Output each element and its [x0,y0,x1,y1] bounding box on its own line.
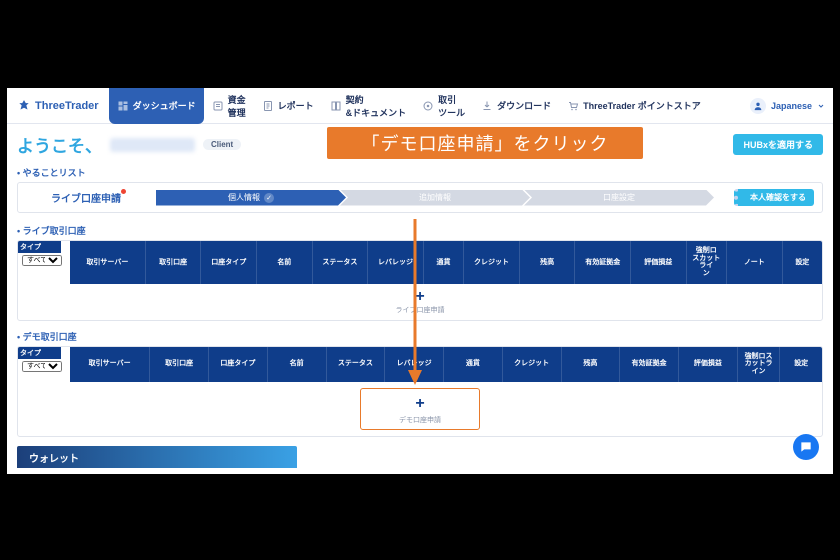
report-icon [262,100,274,112]
dashboard-icon [117,100,129,112]
col-leverage: レバレッジ [368,241,424,284]
col-currency: 通貨 [424,241,464,284]
demo-table-header: タイプ すべて 取引サーバー 取引口座 口座タイプ 名前 ステータス レバレッジ… [18,347,822,382]
nav-tools-label: 取引 ツール [438,93,465,119]
download-icon [481,100,493,112]
col-name: 名前 [257,241,313,284]
col-note: ノート [727,241,783,284]
col-margin: 有効証拠金 [575,241,631,284]
col-currency: 通貨 [444,347,503,382]
language-label: Japanese [771,101,812,111]
todo-title-text: ライブ口座申請 [51,194,121,205]
nav-tools[interactable]: 取引 ツール [414,88,473,124]
nav-points-label: ThreeTrader ポイントストア [583,99,701,112]
col-account: 取引口座 [150,347,209,382]
greeting: ようこそ、 Client [17,132,241,157]
section-live-label: ライブ取引口座 [7,221,833,240]
col-credit: クレジット [464,241,520,284]
brand-logo-icon [17,99,31,113]
brand-text: ThreeTrader [35,100,99,112]
section-demo-label: デモ取引口座 [7,327,833,346]
funds-icon [212,100,224,112]
nav-dashboard[interactable]: ダッシュボード [109,88,204,124]
user-name-redacted [110,138,195,152]
plus-icon: + [415,395,424,412]
filter-label: タイプ [18,241,61,253]
brand[interactable]: ThreeTrader [7,99,109,113]
hubx-apply-button[interactable]: HUBxを適用する [733,134,823,155]
step-additional[interactable]: 追加情報 [340,190,530,206]
chat-fab-button[interactable] [793,434,819,460]
nav-download-label: ダウンロード [497,99,551,112]
col-account: 取引口座 [146,241,202,284]
language-selector[interactable]: Japanese [750,88,825,124]
col-status: ステータス [327,347,386,382]
col-settings: 設定 [783,241,822,284]
col-type: 口座タイプ [201,241,257,284]
wallet-header[interactable]: ウォレット [17,446,297,468]
stepper: 個人情報 ✓ 追加情報 口座設定 [156,190,714,206]
filter-label: タイプ [18,347,61,359]
col-leverage: レバレッジ [385,347,444,382]
nav-report-label: レポート [278,99,314,112]
demo-type-select[interactable]: すべて [22,361,62,372]
col-balance: 残高 [562,347,621,382]
step-account[interactable]: 口座設定 [524,190,714,206]
add-live-account-button[interactable]: + ライブ口座申請 [18,284,822,320]
cart-icon [567,100,579,112]
verify-identity-button[interactable]: 本人確認をする [734,189,814,206]
nav-download[interactable]: ダウンロード [473,88,559,124]
notification-dot-icon [121,189,126,194]
nav-funds[interactable]: 資金 管理 [204,88,254,124]
todo-title: ライブ口座申請 [26,190,146,205]
live-type-select[interactable]: すべて [22,255,62,266]
contracts-icon [330,100,342,112]
client-badge: Client [203,139,241,150]
live-type-filter[interactable]: タイプ すべて [18,241,70,284]
section-todo-label: やることリスト [7,163,833,182]
nav-contracts-label: 契約 &ドキュメント [346,93,407,119]
add-demo-caption: デモ口座申請 [361,415,479,425]
col-margin: 有効証拠金 [620,347,679,382]
col-server: 取引サーバー [70,241,146,284]
col-balance: 残高 [520,241,576,284]
nav-contracts[interactable]: 契約 &ドキュメント [322,88,415,124]
todo-panel: ライブ口座申請 個人情報 ✓ 追加情報 口座設定 本人確認をする [17,182,823,213]
nav-funds-label: 資金 管理 [228,93,246,119]
col-stopout: 強制ロス カットラ イン [738,347,781,382]
plus-icon: + [415,288,424,305]
nav-points[interactable]: ThreeTrader ポイントストア [559,88,709,124]
app-frame: ThreeTrader ダッシュボード 資金 管理 レポート 契約 &ドキュメン… [0,0,840,560]
nav-dashboard-label: ダッシュボード [133,99,196,112]
avatar-icon [750,98,766,114]
chat-icon [799,440,813,454]
step-personal[interactable]: 個人情報 ✓ [156,190,346,206]
live-accounts-table: タイプ すべて 取引サーバー 取引口座 口座タイプ 名前 ステータス レバレッジ… [17,240,823,321]
greeting-text: ようこそ、 [17,132,102,157]
demo-table-body: + デモ口座申請 [18,388,822,430]
col-name: 名前 [268,347,327,382]
live-table-header: タイプ すべて 取引サーバー 取引口座 口座タイプ 名前 ステータス レバレッジ… [18,241,822,284]
chevron-down-icon [817,102,825,110]
annotation-callout: 「デモ口座申請」をクリック [327,127,643,159]
col-type: 口座タイプ [209,347,268,382]
demo-accounts-table: タイプ すべて 取引サーバー 取引口座 口座タイプ 名前 ステータス レバレッジ… [17,346,823,437]
col-settings: 設定 [780,347,822,382]
add-live-caption: ライブ口座申請 [18,305,822,315]
demo-type-filter[interactable]: タイプ すべて [18,347,70,382]
col-server: 取引サーバー [70,347,150,382]
col-stopout: 強制ロ スカット ライ ン [687,241,727,284]
add-demo-account-button[interactable]: + デモ口座申請 [360,388,480,430]
check-icon: ✓ [264,193,274,203]
top-nav: ThreeTrader ダッシュボード 資金 管理 レポート 契約 &ドキュメン… [7,88,833,124]
nav-report[interactable]: レポート [254,88,322,124]
tools-icon [422,100,434,112]
col-credit: クレジット [503,347,562,382]
step-personal-label: 個人情報 [228,192,260,203]
live-table-body: + ライブ口座申請 [18,284,822,320]
col-pl: 評価損益 [679,347,738,382]
col-pl: 評価損益 [631,241,687,284]
col-status: ステータス [313,241,369,284]
